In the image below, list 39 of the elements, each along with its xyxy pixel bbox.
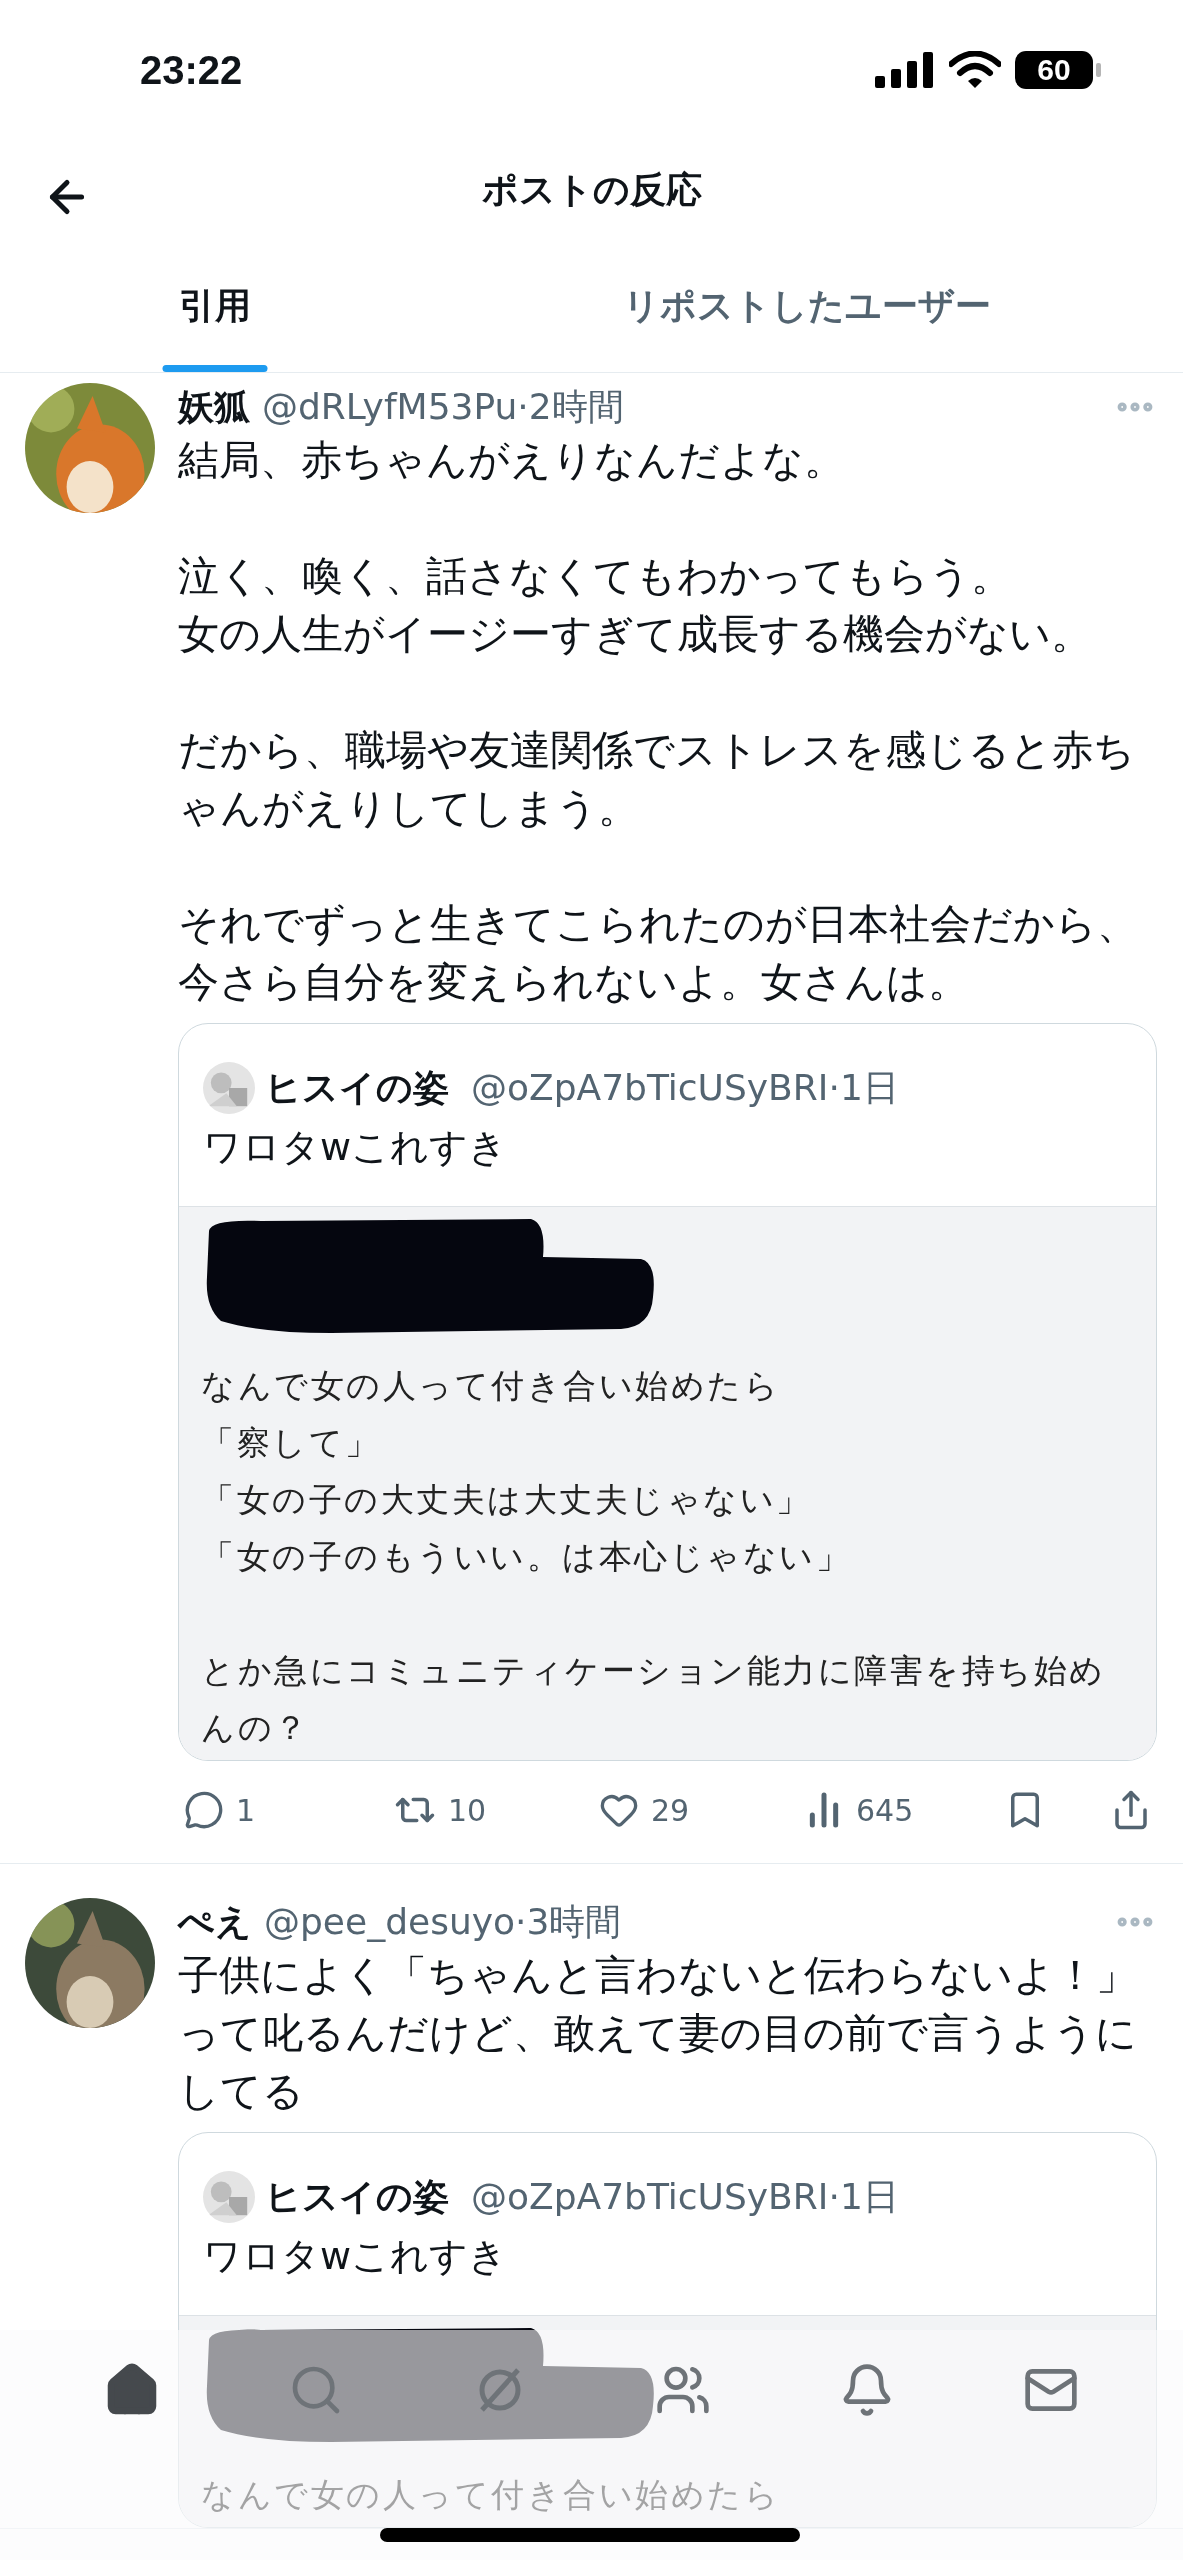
page-title: ポストの反応 bbox=[481, 167, 702, 212]
post-text: 結局、赤ちゃんがえりなんだよな。 bbox=[178, 435, 845, 486]
image-text: 「察して」 bbox=[201, 1422, 381, 1464]
reply-button[interactable]: 1 bbox=[184, 1790, 394, 1830]
quoted-post-card[interactable]: ヒスイの姿 @oZpA7bTicUSyBRI·1日 ワロタwこれすき なんで女の人って付き合い始めたら 「察して」 「女の子の大丈夫は大丈夫じゃない」 「女の子のもういい。は本心じゃない」 とか急にコミュニティケーション能力に障害を持ち始めんの？ bbox=[178, 1023, 1157, 1761]
battery-tip-icon bbox=[1096, 63, 1101, 77]
speech-bubble-icon bbox=[184, 1790, 224, 1830]
quoted-author-handle: @oZpA7bTicUSyBRI·1日 bbox=[471, 2174, 899, 2219]
post-text: 今さら自分を変えられないよ。女さんは。 bbox=[178, 957, 969, 1008]
image-text: とか急にコミュニティケーション能力に障害を持ち始めんの？ bbox=[201, 1650, 1107, 1749]
post-text: 泣く、喚く、話さなくてもわかってもらう。 bbox=[178, 551, 1012, 602]
tab[interactable]: リポストしたユーザー bbox=[430, 240, 1183, 372]
status-time: 23:22 bbox=[140, 47, 243, 93]
battery-level: 60 bbox=[1015, 51, 1093, 89]
quoted-post-text: ワロタwこれすき bbox=[202, 2233, 509, 2280]
wifi-icon bbox=[949, 51, 1001, 89]
image-text: なんで女の人って付き合い始めたら bbox=[201, 2474, 780, 2516]
author-name: ぺえ bbox=[178, 1899, 252, 1944]
like-button[interactable]: 29 bbox=[599, 1790, 804, 1830]
post-text: それでずっと生きてこられたのが日本社会だから、 bbox=[178, 899, 1138, 950]
repost-button[interactable]: 10 bbox=[394, 1789, 599, 1831]
post-text: だから、職場や友達関係でストレスを感じると赤ちゃんがえりしてしまう。 bbox=[178, 725, 1136, 834]
author-handle: @dRLyfM53Pu·2時間 bbox=[262, 384, 624, 429]
tab[interactable]: 引用 bbox=[0, 240, 430, 372]
quoted-post-text: ワロタwこれすき bbox=[202, 1124, 509, 1171]
image-text: 「女の子の大丈夫は大丈夫じゃない」 bbox=[201, 1479, 812, 1521]
quoted-author-handle: @oZpA7bTicUSyBRI·1日 bbox=[471, 1065, 899, 1110]
post-text: 子供によく「ちゃんと言わないと伝わらないよ！」って叱るんだけど、敢えて妻の目の前で言うようにしてる bbox=[178, 1950, 1138, 2117]
quoted-image[interactable]: なんで女の人って付き合い始めたら 「察して」 「女の子の大丈夫は大丈夫じゃない」 「女の子のもういい。は本心じゃない」 とか急にコミュニティケーション能力に障害を持ち始めんの？ bbox=[179, 1206, 1156, 1760]
image-text: なんで女の人って付き合い始めたら bbox=[201, 1365, 780, 1407]
views-button[interactable]: 645 bbox=[804, 1790, 1004, 1830]
quoted-author-name: ヒスイの姿 bbox=[265, 2174, 449, 2219]
author-handle: @pee_desuyo·3時間 bbox=[264, 1899, 622, 1944]
post-text: 女の人生がイージーすぎて成長する機会がない。 bbox=[178, 609, 1092, 660]
signal-icon bbox=[875, 52, 935, 88]
author-name: 妖狐 bbox=[178, 384, 250, 429]
quoted-author-name: ヒスイの姿 bbox=[265, 1065, 449, 1110]
image-text: 「女の子のもういい。は本心じゃない」 bbox=[201, 1536, 851, 1578]
quoted-post-card[interactable]: ヒスイの姿 @oZpA7bTicUSyBRI·1日 ワロタwこれすき なんで女の人って付き合い始めたら bbox=[178, 2132, 1157, 2528]
